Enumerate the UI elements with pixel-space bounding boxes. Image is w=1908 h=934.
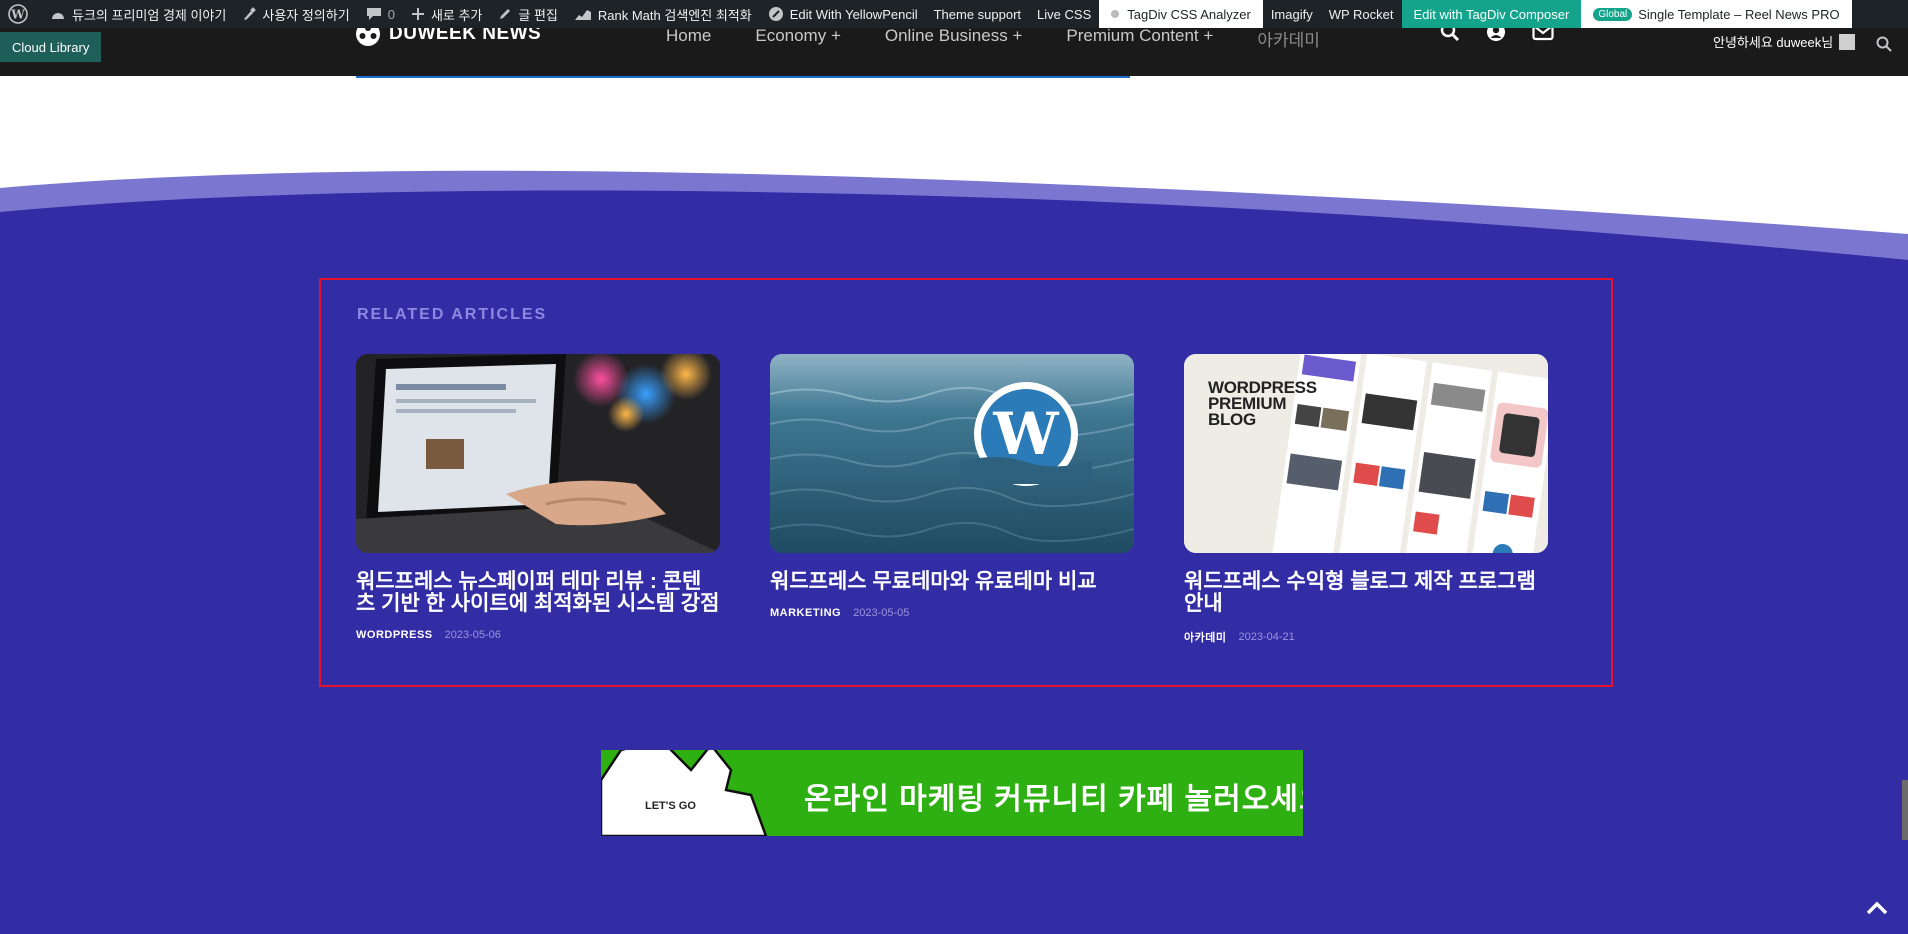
banner-small-text: LET'S GO (645, 800, 696, 812)
admin-theme-support[interactable]: Theme support (926, 0, 1029, 28)
wordpress-water-image: W (770, 354, 1134, 553)
global-badge: Global (1593, 7, 1633, 21)
related-articles: RELATED ARTICLES 워드프레스 뉴스페이퍼 테마 리뷰: 콘텐츠… (319, 278, 1613, 687)
wordpress-logo-icon[interactable]: W (0, 0, 42, 28)
admin-edit-post[interactable]: 글 편집 (490, 0, 566, 28)
article-meta: MARKETING 2023-05-05 (770, 607, 1134, 619)
admin-template[interactable]: Global Single Template – Reel News PRO (1581, 0, 1852, 28)
nav-item-economy[interactable]: Economy + (755, 26, 841, 51)
content-divider (356, 76, 1130, 78)
admin-new[interactable]: 새로 추가 (403, 0, 490, 28)
tagdiv-analyzer-label: TagDiv CSS Analyzer (1127, 6, 1251, 22)
plus-icon (411, 8, 424, 20)
edit-post-label: 글 편집 (518, 7, 558, 23)
user-greeting[interactable]: 안녕하세요 duweek님 (1713, 32, 1856, 51)
status-dot-icon (1111, 10, 1120, 18)
brush-icon (244, 7, 257, 20)
admin-comments[interactable]: 0 (358, 0, 403, 28)
article-thumbnail-laptop[interactable] (356, 354, 720, 553)
rank-math-icon (574, 10, 591, 20)
article-meta: 아카데미 2023-04-21 (1184, 629, 1548, 645)
nav-item-premium-content[interactable]: Premium Content + (1066, 26, 1213, 51)
admin-search-icon[interactable] (1876, 36, 1892, 52)
article-date: 2023-05-06 (444, 629, 501, 641)
cloud-library-button[interactable]: Cloud Library (0, 32, 102, 62)
premium-blog-text: WORDPRESS PREMIUM BLOG (1208, 378, 1317, 429)
pencil-icon (500, 9, 511, 19)
article-card[interactable]: W 워드프레스 무료테마와 유료테마 비교 MARKETING 2023-05-… (770, 354, 1134, 619)
article-date: 2023-04-21 (1238, 631, 1295, 643)
footer-wave (0, 170, 1908, 280)
imagify-label: Imagify (1270, 6, 1313, 22)
theme-support-label: Theme support (933, 6, 1022, 22)
yellowpencil-icon (768, 7, 783, 21)
site-logo[interactable]: DUWEEK NEWS (355, 22, 541, 46)
admin-wp-rocket[interactable]: WP Rocket (1321, 0, 1402, 28)
nav-item-home[interactable]: Home (666, 26, 711, 51)
community-banner[interactable]: LET'S GO 온라인 마케팅 커뮤니티 카페 놀러오세요 (601, 750, 1303, 836)
article-thumbnail-water[interactable]: W (770, 354, 1134, 553)
nav-item-online-business[interactable]: Online Business + (885, 26, 1023, 51)
yellowpencil-label: Edit With YellowPencil (789, 6, 918, 22)
article-title[interactable]: 워드프레스 무료테마와 유료테마 비교 (770, 571, 1134, 593)
article-title[interactable]: 워드프레스 뉴스페이퍼 테마 리뷰 : 콘텐츠 기반 한 사이트에 최적화된 시… (356, 571, 720, 615)
avatar (1839, 33, 1856, 50)
wp-rocket-label: WP Rocket (1328, 6, 1394, 22)
admin-bar: W 듀크의 프리미엄 경제 이야기 사용자 정의하기 0 새로 추가 글 편집 … (0, 0, 1908, 28)
admin-imagify[interactable]: Imagify (1263, 0, 1321, 28)
article-category[interactable]: 아카데미 (1184, 629, 1226, 645)
admin-customize[interactable]: 사용자 정의하기 (234, 0, 357, 28)
admin-yellowpencil[interactable]: Edit With YellowPencil (760, 0, 926, 28)
article-title[interactable]: 워드프레스 수익형 블로그 제작 프로그램 안내 (1184, 571, 1548, 615)
banner-text: 온라인 마케팅 커뮤니티 카페 놀러오세요 (804, 783, 1303, 816)
laptop-typing-image (356, 354, 720, 553)
article-category[interactable]: MARKETING (770, 607, 841, 619)
greeting-label: 안녕하세요 duweek님 (1713, 35, 1834, 50)
comments-count: 0 (387, 6, 395, 22)
live-css-label: Live CSS (1037, 6, 1092, 22)
site-name-label: 듀크의 프리미엄 경제 이야기 (72, 7, 227, 23)
admin-rank-math[interactable]: Rank Math 검색엔진 최적화 (566, 0, 760, 28)
nav-item-academy[interactable]: 아카데미 (1257, 26, 1320, 51)
scrollbar[interactable] (1902, 780, 1908, 840)
svg-text:W: W (10, 8, 25, 22)
article-card[interactable]: WORDPRESS PREMIUM BLOG 워드프레스 수익형 블로그 제작 … (1184, 354, 1548, 645)
customize-label: 사용자 정의하기 (262, 7, 350, 23)
new-label: 새로 추가 (430, 7, 483, 23)
main-nav: Home Economy + Online Business + Premium… (666, 26, 1364, 51)
admin-site-name[interactable]: 듀크의 프리미엄 경제 이야기 (42, 0, 234, 28)
article-card[interactable]: 워드프레스 뉴스페이퍼 테마 리뷰 : 콘텐츠 기반 한 사이트에 최적화된 시… (356, 354, 720, 641)
article-meta: WORDPRESS 2023-05-06 (356, 629, 720, 641)
related-title: RELATED ARTICLES (357, 306, 548, 323)
template-label: Single Template – Reel News PRO (1638, 6, 1840, 22)
article-thumbnail-premium-blog[interactable]: WORDPRESS PREMIUM BLOG (1184, 354, 1548, 553)
admin-tagdiv-composer[interactable]: Edit with TagDiv Composer (1401, 0, 1582, 28)
article-category[interactable]: WORDPRESS (356, 629, 433, 641)
site-header: Cloud Library DUWEEK NEWS Home Economy +… (0, 22, 1908, 76)
scroll-to-top-icon[interactable] (1866, 900, 1888, 916)
dashboard-icon (52, 13, 64, 19)
tagdiv-composer-label: Edit with TagDiv Composer (1413, 6, 1570, 22)
comment-icon (366, 8, 381, 20)
admin-tagdiv-analyzer[interactable]: TagDiv CSS Analyzer (1099, 0, 1263, 28)
admin-live-css[interactable]: Live CSS (1029, 0, 1099, 28)
rank-math-label: Rank Math 검색엔진 최적화 (597, 7, 752, 23)
article-date: 2023-05-05 (853, 607, 910, 619)
